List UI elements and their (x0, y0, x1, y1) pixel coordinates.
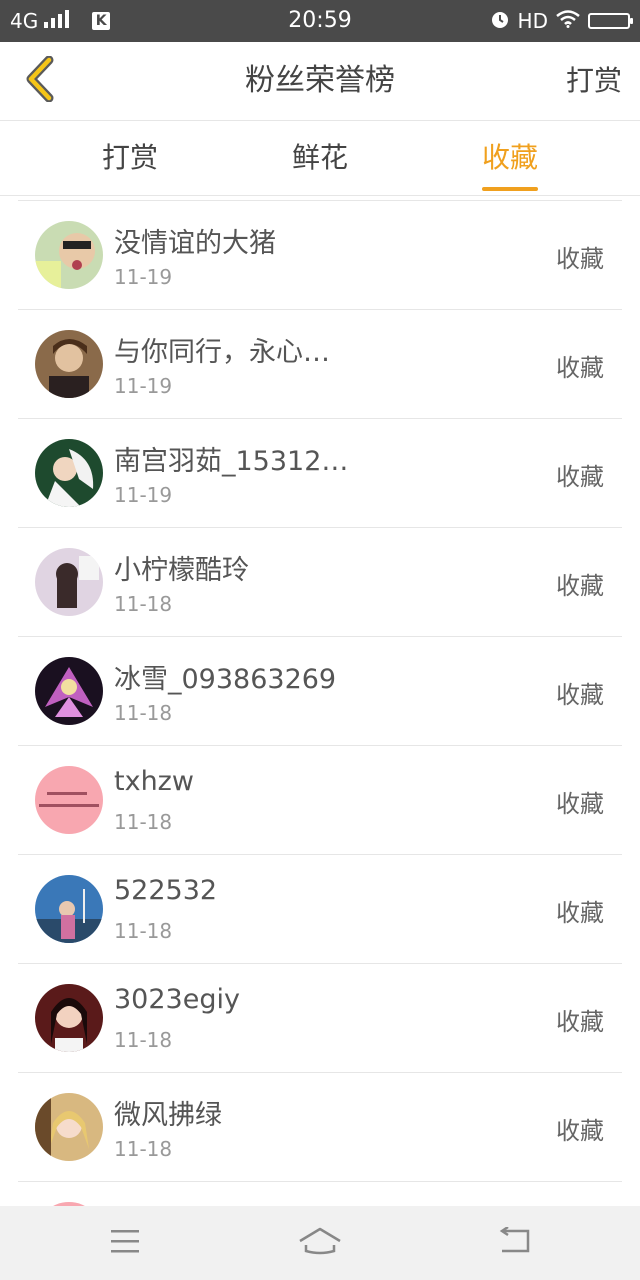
menu-button[interactable] (95, 1220, 155, 1266)
avatar (35, 657, 103, 725)
alarm-icon (490, 9, 510, 34)
fan-name: 微风拂绿 (114, 1100, 222, 1131)
avatar (35, 330, 103, 398)
avatar (35, 875, 103, 943)
fan-action: 收藏 (556, 245, 604, 273)
fan-name: 小柠檬酷玲 (114, 555, 249, 586)
avatar (35, 1093, 103, 1161)
list-item[interactable]: txhzw 11-18 收藏 (18, 746, 622, 855)
system-nav-bar (0, 1206, 640, 1280)
list-item[interactable]: 冰雪_093863269 11-18 收藏 (18, 637, 622, 746)
tab-favorites-label: 收藏 (481, 141, 538, 174)
fan-date: 11-19 (114, 265, 173, 289)
avatar (35, 439, 103, 507)
fan-name: 3023egiy (114, 984, 240, 1015)
fan-name: 与你同行，永心… (114, 337, 330, 368)
fan-name: txhzw (114, 766, 194, 797)
fan-date: 11-18 (114, 1137, 173, 1161)
list-item[interactable]: 3023egiy 11-18 收藏 (18, 964, 622, 1073)
list-item[interactable]: 小柠檬酷玲 11-18 收藏 (18, 528, 622, 637)
hd-label: HD (517, 9, 548, 33)
page-title: 粉丝荣誉榜 (245, 63, 395, 98)
avatar (35, 766, 103, 834)
fan-action: 收藏 (556, 899, 604, 927)
fan-action: 收藏 (556, 354, 604, 382)
active-tab-indicator (482, 187, 538, 191)
status-right: HD (490, 0, 633, 42)
tab-favorites[interactable]: 收藏 (430, 121, 590, 195)
fan-list[interactable]: 没情谊的大猪 11-19 收藏 与你同行，永心… 11-19 收藏 南宫羽茹_1… (18, 200, 622, 1207)
fan-date: 11-18 (114, 810, 173, 834)
avatar (35, 984, 103, 1052)
fan-name: 522532 (114, 875, 218, 906)
fan-date: 11-19 (114, 374, 173, 398)
tab-reward[interactable]: 打赏 (50, 121, 210, 195)
fan-date: 11-18 (114, 592, 173, 616)
app-header: 粉丝荣誉榜 打赏 (0, 42, 640, 121)
menu-icon (109, 1228, 141, 1258)
fan-date: 11-18 (114, 701, 173, 725)
fan-action: 收藏 (556, 1008, 604, 1036)
list-item[interactable]: 与你同行，永心… 11-19 收藏 (18, 310, 622, 419)
fan-action: 收藏 (556, 790, 604, 818)
fan-date: 11-18 (114, 1028, 173, 1052)
return-button[interactable] (485, 1220, 545, 1266)
return-icon (498, 1225, 532, 1259)
battery-icon (588, 13, 633, 29)
tab-flowers[interactable]: 鲜花 (240, 121, 400, 195)
fan-date: 11-18 (114, 919, 173, 943)
fan-name: 没情谊的大猪 (114, 228, 276, 259)
fan-name: 冰雪_093863269 (114, 664, 337, 695)
home-icon (298, 1227, 342, 1259)
list-item[interactable]: 522532 11-18 收藏 (18, 855, 622, 964)
fan-date: 11-19 (114, 483, 173, 507)
fan-action: 收藏 (556, 1117, 604, 1145)
tab-bar: 打赏 鲜花 收藏 (0, 121, 640, 196)
list-item[interactable]: 南宫羽茹_15312… 11-19 收藏 (18, 419, 622, 528)
fan-action: 收藏 (556, 463, 604, 491)
list-item[interactable]: 微风拂绿 11-18 收藏 (18, 1073, 622, 1182)
fan-action: 收藏 (556, 572, 604, 600)
home-button[interactable] (290, 1220, 350, 1266)
avatar (35, 548, 103, 616)
reward-button[interactable]: 打赏 (566, 42, 622, 120)
list-item[interactable]: 没情谊的大猪 11-19 收藏 (18, 201, 622, 310)
avatar (35, 221, 103, 289)
fan-action: 收藏 (556, 681, 604, 709)
wifi-icon (556, 9, 580, 33)
fan-name: 南宫羽茹_15312… (114, 446, 349, 477)
list-item[interactable] (18, 1182, 622, 1207)
status-bar: 4G K 20:59 HD (0, 0, 640, 42)
